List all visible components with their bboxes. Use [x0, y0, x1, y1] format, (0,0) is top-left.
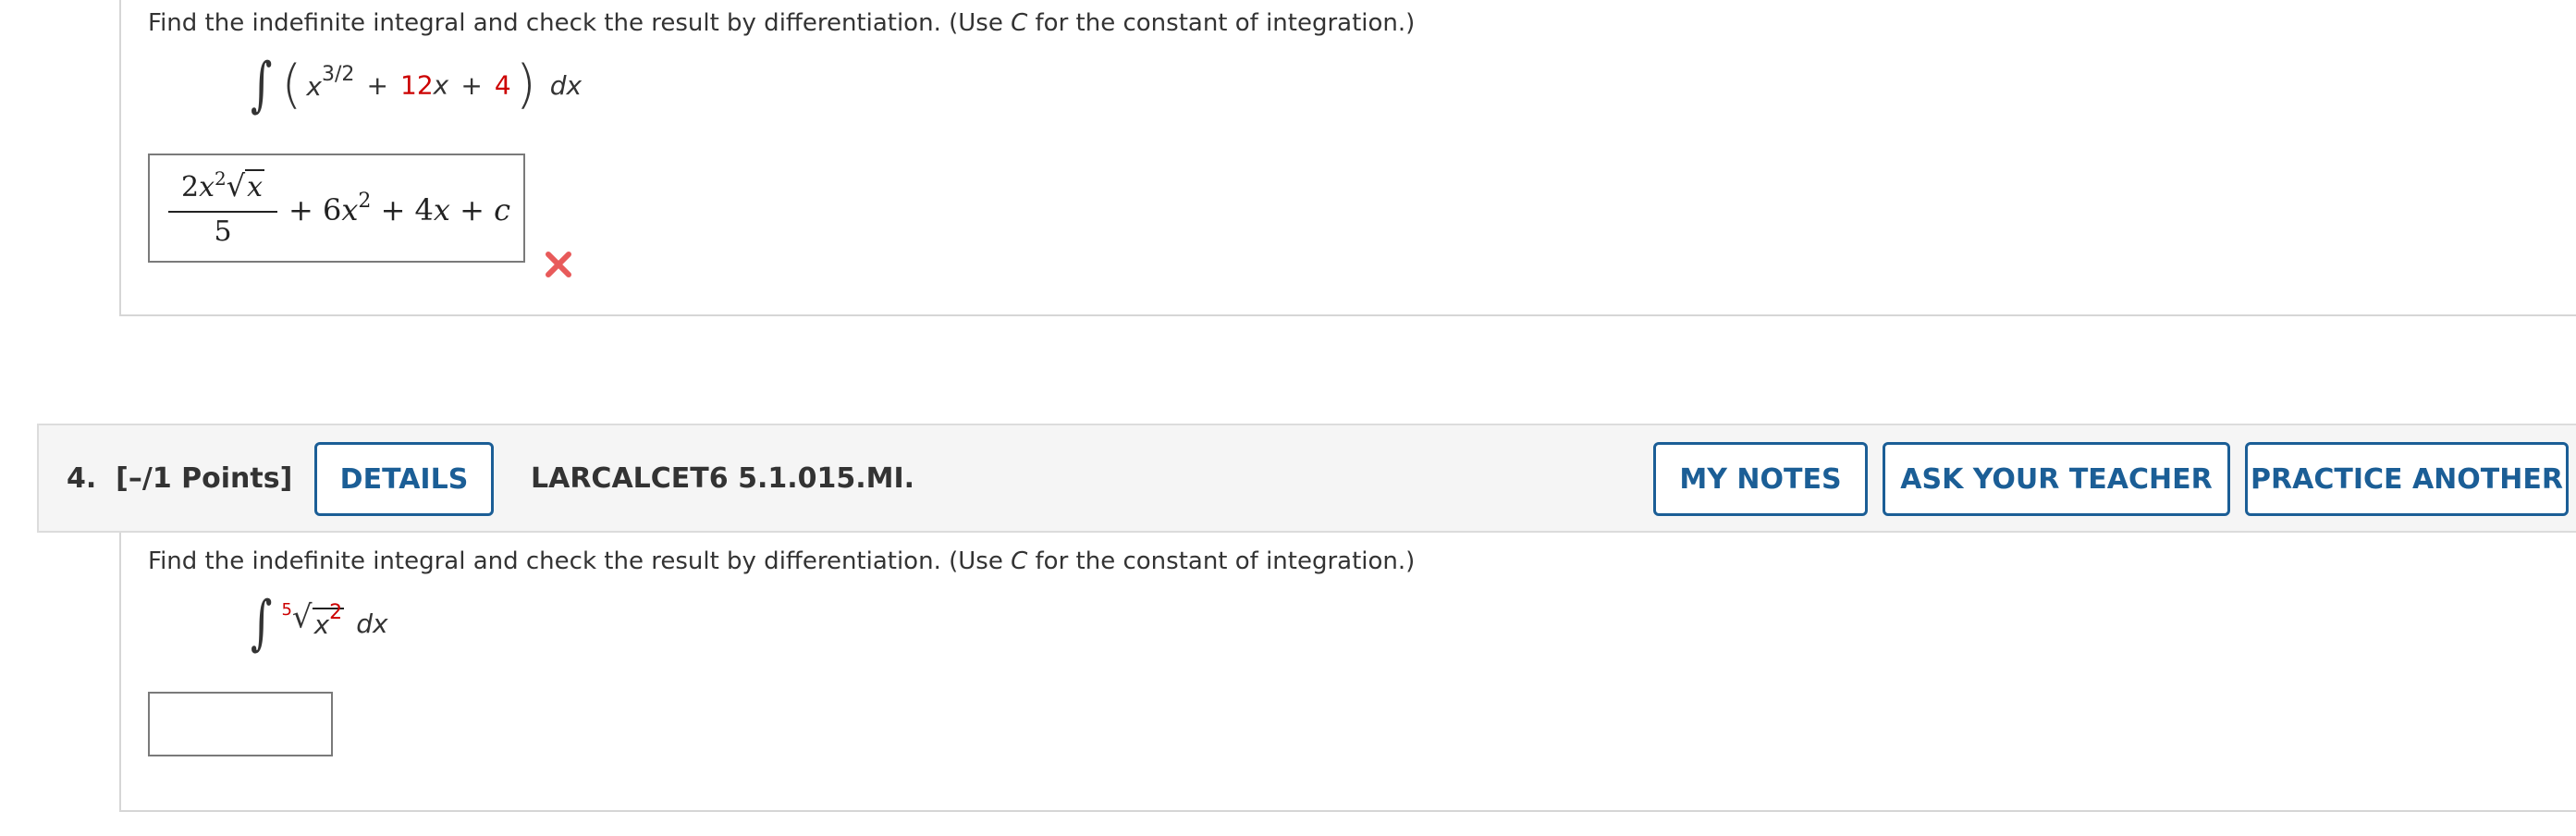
answer-fraction: 2x2√x 5: [168, 167, 277, 248]
integral-sign-icon: ∫: [251, 51, 273, 119]
question-4-code: LARCALCET6 5.1.015.MI.: [531, 462, 915, 495]
integral-sign-icon: ∫: [251, 589, 273, 658]
question-4-points: [–/1 Points]: [116, 462, 293, 495]
highlight-const: 4: [494, 69, 511, 101]
practice-another-button[interactable]: PRACTICE ANOTHER: [2245, 442, 2569, 516]
question-3-integral: ∫ ( x3/2 + 12x + 4 ) dx: [251, 51, 583, 119]
question-4-prompt: Find the indefinite integral and check t…: [148, 547, 1416, 575]
question-3-prompt: Find the indefinite integral and check t…: [148, 9, 1416, 37]
root-index: 5: [281, 599, 292, 620]
question-4-integral: ∫ 5√x2 dx: [251, 589, 388, 658]
answer-remaining-terms: + 6x2 + 4x + c: [288, 190, 511, 227]
ask-your-teacher-button[interactable]: ASK YOUR TEACHER: [1883, 442, 2230, 516]
highlight-coef: 12: [400, 69, 434, 101]
question-4-answer-field[interactable]: [148, 692, 333, 756]
radical-icon: √: [291, 598, 313, 636]
incorrect-x-icon: [546, 252, 571, 277]
question-3-answer-field[interactable]: 2x2√x 5 + 6x2 + 4x + c: [148, 154, 525, 263]
details-button[interactable]: DETAILS: [314, 442, 494, 516]
my-notes-button[interactable]: MY NOTES: [1653, 442, 1868, 516]
question-4-number: 4. [–/1 Points]: [67, 462, 293, 495]
